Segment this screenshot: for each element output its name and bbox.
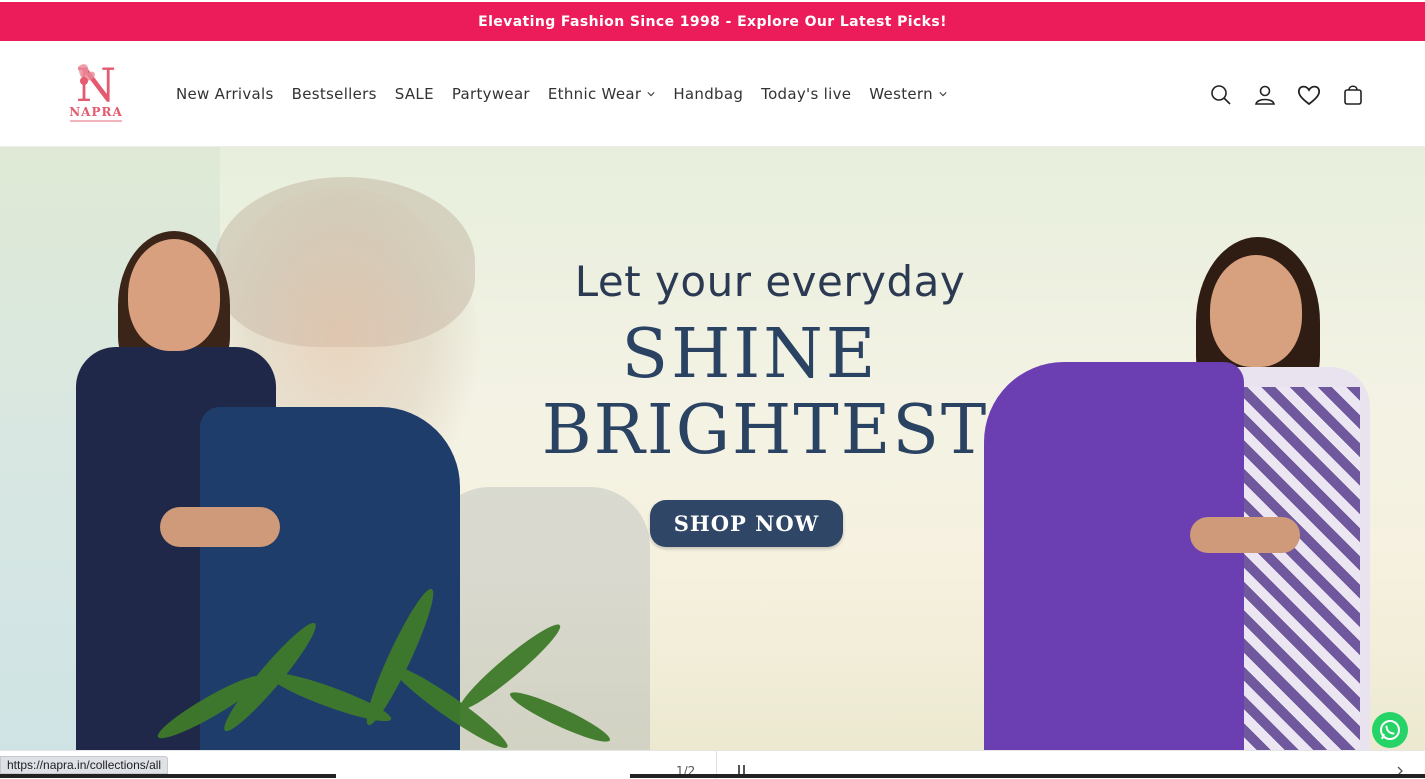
nav-label: Today's live	[761, 85, 852, 103]
logo-mark: N	[76, 58, 116, 112]
nav-label: Handbag	[673, 85, 744, 103]
nav-item-sale[interactable]: SALE	[395, 85, 434, 103]
header-actions	[1193, 79, 1369, 111]
next-section-edge	[630, 774, 1425, 778]
chevron-down-icon	[939, 92, 947, 97]
hero-headline-line1: Let your everyday	[574, 257, 966, 306]
model-right-arm	[1190, 517, 1300, 553]
whatsapp-chat-button[interactable]	[1372, 712, 1408, 748]
nav-item-western[interactable]: Western	[869, 85, 947, 103]
site-header: N NAPRA New Arrivals Bestsellers SALE Pa…	[0, 41, 1425, 147]
announcement-bar: Elevating Fashion Since 1998 - Explore O…	[0, 0, 1425, 41]
nav-label: New Arrivals	[176, 85, 274, 103]
announcement-text: Elevating Fashion Since 1998 - Explore O…	[478, 13, 947, 30]
plant-leaves-decoration	[157, 588, 610, 748]
shop-now-label: SHOP NOW	[673, 511, 820, 536]
search-icon	[1211, 85, 1231, 105]
cart-button[interactable]	[1337, 79, 1369, 111]
model-left-arm	[160, 507, 280, 547]
search-button[interactable]	[1205, 79, 1237, 111]
nav-item-bestsellers[interactable]: Bestsellers	[292, 85, 377, 103]
shop-now-button[interactable]: SHOP NOW	[650, 500, 843, 547]
model-left-face	[128, 239, 220, 351]
main-nav: New Arrivals Bestsellers SALE Partywear …	[176, 41, 965, 147]
model-right-face	[1210, 255, 1302, 367]
account-button[interactable]	[1249, 79, 1281, 111]
nav-label: Ethnic Wear	[547, 85, 642, 103]
nav-item-handbag[interactable]: Handbag	[673, 85, 743, 103]
account-icon	[1255, 85, 1275, 105]
nav-item-todays-live[interactable]: Today's live	[761, 85, 851, 103]
hero-headline-line2: SHINE	[621, 315, 879, 394]
napra-logo[interactable]: N NAPRA	[64, 57, 128, 125]
whatsapp-icon	[1380, 720, 1400, 740]
chevron-down-icon	[647, 92, 655, 97]
nav-label: Bestsellers	[291, 85, 377, 103]
wishlist-button[interactable]	[1293, 79, 1325, 111]
next-section-edge	[0, 774, 336, 778]
hero-banner[interactable]: Let your everyday SHINE BRIGHTEST SHOP N…	[0, 147, 1425, 750]
nav-item-ethnic-wear[interactable]: Ethnic Wear	[548, 85, 655, 103]
browser-status-url: https://napra.in/collections/all	[0, 756, 169, 774]
nav-item-partywear[interactable]: Partywear	[452, 85, 530, 103]
wishlist-heart-icon	[1297, 85, 1321, 106]
model-right-dupatta	[984, 362, 1244, 750]
nav-label: Partywear	[451, 85, 530, 103]
logo-tagline-line	[70, 120, 122, 122]
hero-headline-line3: BRIGHTEST	[541, 391, 989, 470]
nav-label: SALE	[394, 85, 434, 103]
logo-wordmark: NAPRA	[69, 105, 123, 119]
nav-item-new-arrivals[interactable]: New Arrivals	[176, 85, 274, 103]
cart-icon	[1344, 85, 1362, 105]
nav-label: Western	[869, 85, 933, 103]
